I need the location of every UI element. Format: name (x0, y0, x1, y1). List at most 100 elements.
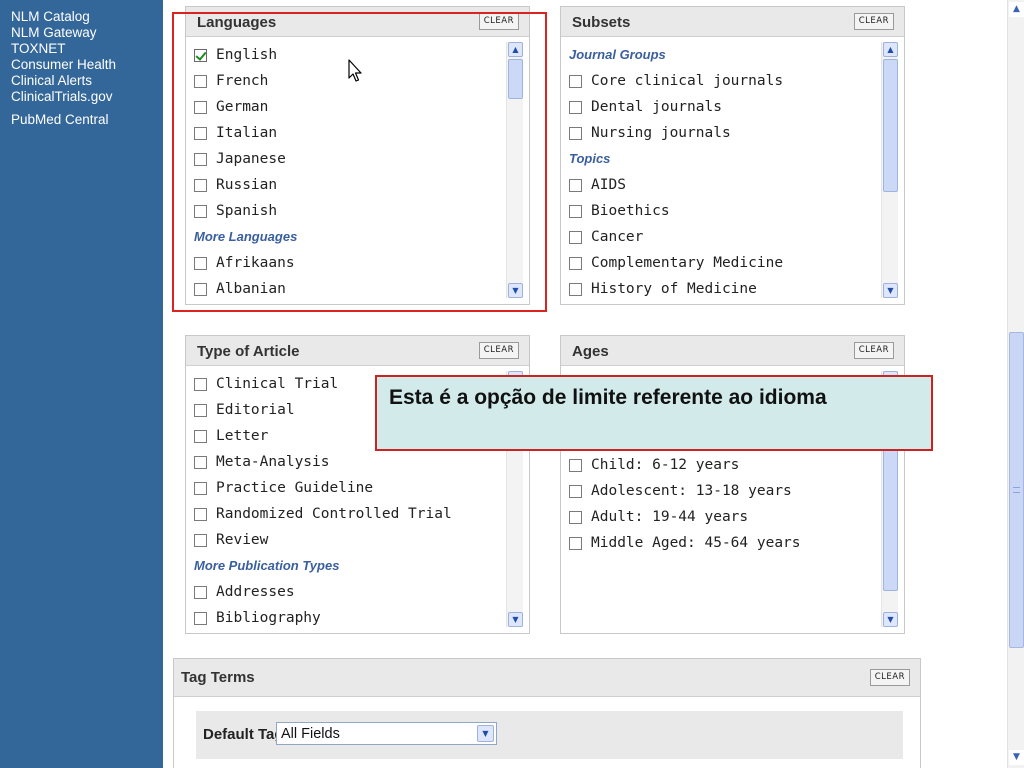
checkbox[interactable] (194, 533, 207, 547)
ages-panel-header: Ages CLEAR (561, 336, 904, 366)
sidebar-link-clinicaltrials[interactable]: ClinicalTrials.gov (11, 89, 113, 105)
list-item[interactable]: Addresses (194, 579, 295, 605)
item-label: Dental journals (591, 99, 722, 115)
group-label: Journal Groups (569, 46, 666, 62)
chevron-down-icon[interactable]: ▼ (477, 725, 494, 742)
type-of-article-clear-button[interactable]: CLEAR (478, 342, 519, 359)
page-scrollbar[interactable]: ▲ ▼ (1007, 0, 1024, 768)
subsets-clear-button[interactable]: CLEAR (853, 13, 894, 30)
sidebar-link-pubmed-central[interactable]: PubMed Central (11, 112, 109, 128)
type-of-article-panel-header: Type of Article CLEAR (186, 336, 529, 366)
tag-terms-clear-button[interactable]: CLEAR (869, 669, 910, 686)
list-item[interactable]: Editorial (194, 397, 295, 423)
list-item[interactable]: Meta-Analysis (194, 449, 330, 475)
checkbox[interactable] (569, 282, 582, 296)
checkbox[interactable] (569, 100, 582, 114)
item-label: Nursing journals (591, 125, 731, 141)
list-item[interactable]: Review (194, 527, 268, 553)
ages-clear-button[interactable]: CLEAR (853, 342, 894, 359)
list-item[interactable]: Cancer (569, 224, 643, 250)
languages-highlight-box (172, 12, 547, 312)
item-label: Child: 6-12 years (591, 457, 740, 473)
checkbox[interactable] (569, 510, 582, 524)
list-group-heading: More Publication Types (194, 553, 339, 577)
list-item[interactable]: History of Medicine (569, 276, 757, 298)
list-item[interactable]: Adult: 19-44 years (569, 504, 748, 530)
checkbox[interactable] (194, 585, 207, 599)
checkbox[interactable] (194, 455, 207, 469)
checkbox[interactable] (194, 611, 207, 625)
tag-terms-panel-header: Tag Terms CLEAR (174, 659, 920, 697)
sidebar-link-nlm-catalog[interactable]: NLM Catalog (11, 9, 90, 25)
list-group-heading: Journal Groups (569, 42, 666, 66)
item-label: Randomized Controlled Trial (216, 506, 452, 522)
item-label: Bioethics (591, 203, 670, 219)
checkbox[interactable] (569, 458, 582, 472)
item-label: History of Medicine (591, 281, 757, 297)
item-label: Review (216, 532, 269, 548)
item-label: Bibliography (216, 610, 321, 626)
list-item[interactable]: Nursing journals (569, 120, 731, 146)
list-item[interactable]: Child: 6-12 years (569, 452, 739, 478)
checkbox[interactable] (194, 481, 207, 495)
list-item[interactable]: Middle Aged: 45-64 years (569, 530, 801, 556)
mouse-cursor-icon (348, 59, 362, 82)
checkbox[interactable] (569, 74, 582, 88)
subsets-panel: Subsets CLEAR History of Medicine Complem… (560, 6, 905, 305)
item-label: Practice Guideline (216, 480, 374, 496)
page-scroll-thumb[interactable] (1009, 332, 1024, 648)
subsets-listbox[interactable]: History of Medicine Complementary Medicin… (567, 42, 898, 298)
scroll-down-arrow-icon[interactable]: ▼ (883, 283, 898, 298)
page-scroll-up-icon[interactable]: ▲ (1009, 2, 1024, 17)
sidebar-link-nlm-gateway[interactable]: NLM Gateway (11, 25, 97, 41)
subsets-title: Subsets (572, 14, 631, 31)
callout-text: Esta é a opção de limite referente ao id… (389, 386, 827, 409)
default-tag-value: All Fields (281, 726, 340, 742)
item-label: Meta-Analysis (216, 454, 330, 470)
sidebar-link-clinical-alerts[interactable]: Clinical Alerts (11, 73, 92, 89)
checkbox[interactable] (569, 204, 582, 218)
checkbox[interactable] (569, 536, 582, 550)
scroll-thumb[interactable] (883, 59, 898, 192)
page-scroll-down-icon[interactable]: ▼ (1009, 750, 1024, 765)
checkbox[interactable] (569, 230, 582, 244)
checkbox[interactable] (194, 403, 207, 417)
scroll-down-arrow-icon[interactable]: ▼ (508, 612, 523, 627)
scroll-down-arrow-icon[interactable]: ▼ (883, 612, 898, 627)
sidebar-link-toxnet[interactable]: TOXNET (11, 41, 66, 57)
item-label: Adult: 19-44 years (591, 509, 749, 525)
list-item[interactable]: AIDS (569, 172, 626, 198)
list-item[interactable]: Adolescent: 13-18 years (569, 478, 792, 504)
scroll-thumb[interactable] (883, 431, 898, 591)
list-item[interactable]: Dental journals (569, 94, 722, 120)
checkbox[interactable] (194, 377, 207, 391)
list-item[interactable]: Bibliography (194, 605, 321, 627)
tag-terms-title: Tag Terms (181, 669, 255, 686)
list-group-heading: Topics (569, 146, 610, 170)
list-item[interactable]: Complementary Medicine (569, 250, 783, 276)
item-label: Adolescent: 13-18 years (591, 483, 792, 499)
list-item[interactable]: Letter (194, 423, 268, 449)
group-label: Topics (569, 150, 611, 166)
sidebar-link-consumer-health[interactable]: Consumer Health (11, 57, 116, 73)
list-item[interactable]: Core clinical journals (569, 68, 783, 94)
list-item[interactable]: Randomized Controlled Trial (194, 501, 452, 527)
group-label: More Publication Types (194, 557, 340, 573)
sidebar: NLM Catalog NLM Gateway TOXNET Consumer … (0, 0, 163, 768)
list-item[interactable]: Bioethics (569, 198, 670, 224)
item-label: Cancer (591, 229, 644, 245)
checkbox[interactable] (194, 429, 207, 443)
checkbox[interactable] (194, 507, 207, 521)
list-item[interactable]: Clinical Trial (194, 371, 338, 397)
checkbox[interactable] (569, 178, 582, 192)
tag-terms-panel: Tag Terms CLEAR Default Tag: (173, 658, 921, 768)
item-label: Core clinical journals (591, 73, 784, 89)
checkbox[interactable] (569, 484, 582, 498)
checkbox[interactable] (569, 256, 582, 270)
scroll-up-arrow-icon[interactable]: ▲ (883, 42, 898, 57)
default-tag-select[interactable]: All Fields ▼ (276, 722, 497, 745)
checkbox[interactable] (569, 126, 582, 140)
item-label: Clinical Trial (216, 376, 339, 392)
subsets-scrollbar[interactable]: ▲ ▼ (881, 42, 898, 298)
list-item[interactable]: Practice Guideline (194, 475, 373, 501)
